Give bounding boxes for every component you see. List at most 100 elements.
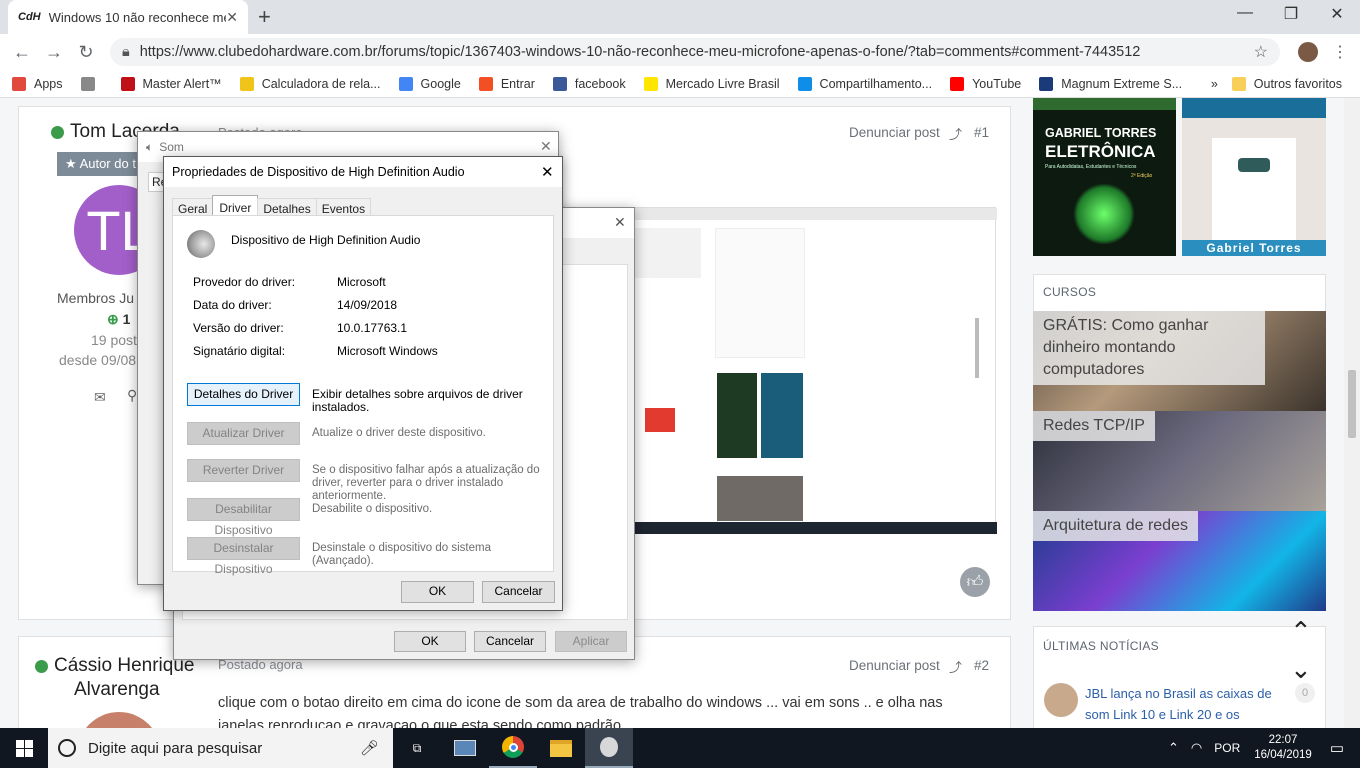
bookmarks-overflow[interactable]: » (1211, 77, 1218, 91)
desabilitar-dispositivo-button[interactable]: Desabilitar Dispositivo (187, 498, 300, 537)
course-item-1[interactable]: GRÁTIS: Como ganhar dinheiro montando co… (1033, 311, 1326, 411)
report-post-link[interactable]: Denunciar post (849, 125, 940, 140)
bookmark-item[interactable]: Apps (12, 76, 63, 91)
bookmarks-bar: Apps Master Alert™ Calculadora de rela... G… (0, 70, 1360, 98)
tab-close-icon[interactable]: ✕ (226, 9, 238, 26)
scrollbar-thumb[interactable] (1348, 370, 1356, 438)
bookmark-item[interactable]: Google (398, 76, 461, 91)
like-icon[interactable]: 👍︎ (960, 567, 990, 597)
task-view-icon[interactable]: ⧉ (393, 728, 441, 768)
driver-info-value: 14/09/2018 (337, 298, 398, 312)
news-thumbnail[interactable] (1044, 683, 1078, 717)
book-cover-eletronica[interactable]: GABRIEL TORRES ELETRÔNICA Para Autodidat… (1033, 98, 1176, 256)
action-description: Exibir detalhes sobre arquivos de driver… (312, 387, 523, 414)
wifi-icon[interactable]: ◠ (1191, 740, 1202, 756)
browser-tab[interactable]: CdH Windows 10 não reconhece meu ✕ (8, 0, 248, 34)
book-cover-redes[interactable]: Gabriel Torres (1182, 98, 1326, 256)
bookmark-item[interactable]: Master Alert™ (120, 76, 222, 91)
search-icon[interactable]: ⚲ (127, 387, 137, 404)
post-number[interactable]: #1 (974, 125, 989, 140)
bookmark-label: Google (420, 76, 461, 91)
bookmark-item[interactable] (80, 76, 103, 91)
other-favorites-folder[interactable]: Outros favoritos (1231, 76, 1342, 91)
driver-info-value: Microsoft (337, 275, 386, 289)
taskbar-search[interactable]: Digite aqui para pesquisar 🎤︎ (48, 728, 393, 768)
bookmark-item[interactable]: Mercado Livre Brasil (643, 76, 780, 91)
minimize-icon[interactable]: — (1222, 4, 1268, 22)
magnum-icon (1039, 76, 1054, 91)
taskbar: Digite aqui para pesquisar 🎤︎ ⧉ ⌃ ◠ POR … (0, 728, 1360, 768)
teamviewer-icon (797, 76, 812, 91)
menu-dots-icon[interactable]: ⋮ (1324, 42, 1356, 62)
share-icon[interactable]: ⤴ (949, 124, 962, 143)
driver-info-label: Provedor do driver: (193, 275, 296, 289)
bookmark-item[interactable]: YouTube (950, 76, 1021, 91)
course-item-3[interactable]: Arquitetura de redes (1033, 511, 1326, 611)
lock-icon: 🔒︎ (122, 44, 130, 60)
snipping-tool-icon[interactable] (441, 728, 489, 768)
post-author-cont[interactable]: Alvarenga (74, 679, 160, 701)
youtube-icon (950, 76, 965, 91)
scroll-down-icon[interactable]: ⌄ (1290, 654, 1312, 685)
windows-start-icon[interactable] (0, 728, 48, 768)
report-post-link[interactable]: Denunciar post (849, 658, 940, 673)
tray-chevron-icon[interactable]: ⌃ (1168, 740, 1179, 756)
news-link[interactable]: JBL lança no Brasil as caixas de som Lin… (1085, 683, 1280, 725)
bookmark-item[interactable]: Entrar (478, 76, 535, 91)
page-scrollbar[interactable] (1344, 98, 1360, 728)
avatar[interactable] (77, 712, 161, 728)
ok-button[interactable]: OK (401, 581, 474, 603)
bookmark-star-icon[interactable]: ☆ (1254, 42, 1268, 62)
share-icon[interactable]: ⤴ (949, 657, 962, 676)
close-icon[interactable]: ✕ (541, 163, 554, 181)
device-properties-dialog: Propriedades de Dispositivo de High Defi… (163, 156, 563, 611)
notification-icon[interactable]: ▭ (1330, 739, 1344, 757)
action-description: Desinstale o dispositivo do sistema (Ava… (312, 542, 491, 567)
profile-avatar[interactable] (1298, 42, 1318, 62)
post-body-line1: clique com o botao direito em cima do ic… (218, 695, 943, 711)
shot-topbar (575, 208, 997, 220)
bookmark-item[interactable]: Calculadora de rela... (239, 76, 381, 91)
close-icon[interactable]: ✕ (540, 138, 552, 155)
driver-info-label: Signatário digital: (193, 344, 286, 358)
address-bar[interactable]: 🔒︎ https://www.clubedohardware.com.br/fo… (110, 38, 1280, 66)
embedded-screenshot[interactable] (574, 207, 997, 534)
desinstalar-dispositivo-button[interactable]: Desinstalar Dispositivo (187, 537, 300, 576)
post-number[interactable]: #2 (974, 658, 989, 673)
forward-icon[interactable]: → (38, 42, 70, 63)
cancel-button[interactable]: Cancelar (474, 631, 546, 652)
properties-titlebar[interactable]: Propriedades de Dispositivo de High Defi… (164, 157, 562, 187)
clock[interactable]: 22:07 16/04/2019 (1254, 733, 1312, 763)
language-indicator[interactable]: POR (1214, 741, 1240, 755)
cancel-button[interactable]: Cancelar (482, 581, 555, 603)
file-explorer-icon[interactable] (537, 728, 585, 768)
course-item-2[interactable]: Redes TCP/IP (1033, 411, 1326, 511)
reverter-driver-button[interactable]: Reverter Driver (187, 459, 300, 482)
message-icon[interactable]: ✉ (94, 389, 106, 406)
close-icon[interactable]: ✕ (614, 214, 626, 231)
detalhes-do-driver-button[interactable]: Detalhes do Driver (187, 383, 300, 406)
bookmark-item[interactable]: facebook (552, 76, 626, 91)
bookmark-item[interactable]: Compartilhamento... (797, 76, 932, 91)
sound-settings-icon[interactable] (585, 728, 633, 768)
apply-button[interactable]: Aplicar (555, 631, 627, 652)
microphone-icon[interactable]: 🎤︎ (360, 739, 379, 757)
bookmark-label: Calculadora de rela... (261, 76, 381, 91)
restore-icon[interactable]: ❐ (1268, 4, 1314, 24)
driver-info-label: Data do driver: (193, 298, 272, 312)
bookmark-item[interactable]: Magnum Extreme S... (1039, 76, 1182, 91)
browser-tabstrip: CdH Windows 10 não reconhece meu ✕ + — ❐… (0, 0, 1360, 34)
shot-book-2 (761, 373, 803, 458)
bookmark-label: Entrar (500, 76, 535, 91)
scroll-up-icon[interactable]: ⌃ (1290, 616, 1312, 647)
window-close-icon[interactable]: ✕ (1314, 4, 1360, 24)
back-icon[interactable]: ← (6, 42, 38, 63)
bookmark-label: Mercado Livre Brasil (665, 76, 780, 91)
chrome-icon[interactable] (489, 728, 537, 768)
shot-book-1 (717, 373, 757, 458)
new-tab-icon[interactable]: + (258, 4, 271, 30)
reload-icon[interactable]: ↻ (70, 42, 102, 63)
lightbulb-icon (1073, 183, 1135, 245)
ok-button[interactable]: OK (394, 631, 466, 652)
atualizar-driver-button[interactable]: Atualizar Driver (187, 422, 300, 445)
